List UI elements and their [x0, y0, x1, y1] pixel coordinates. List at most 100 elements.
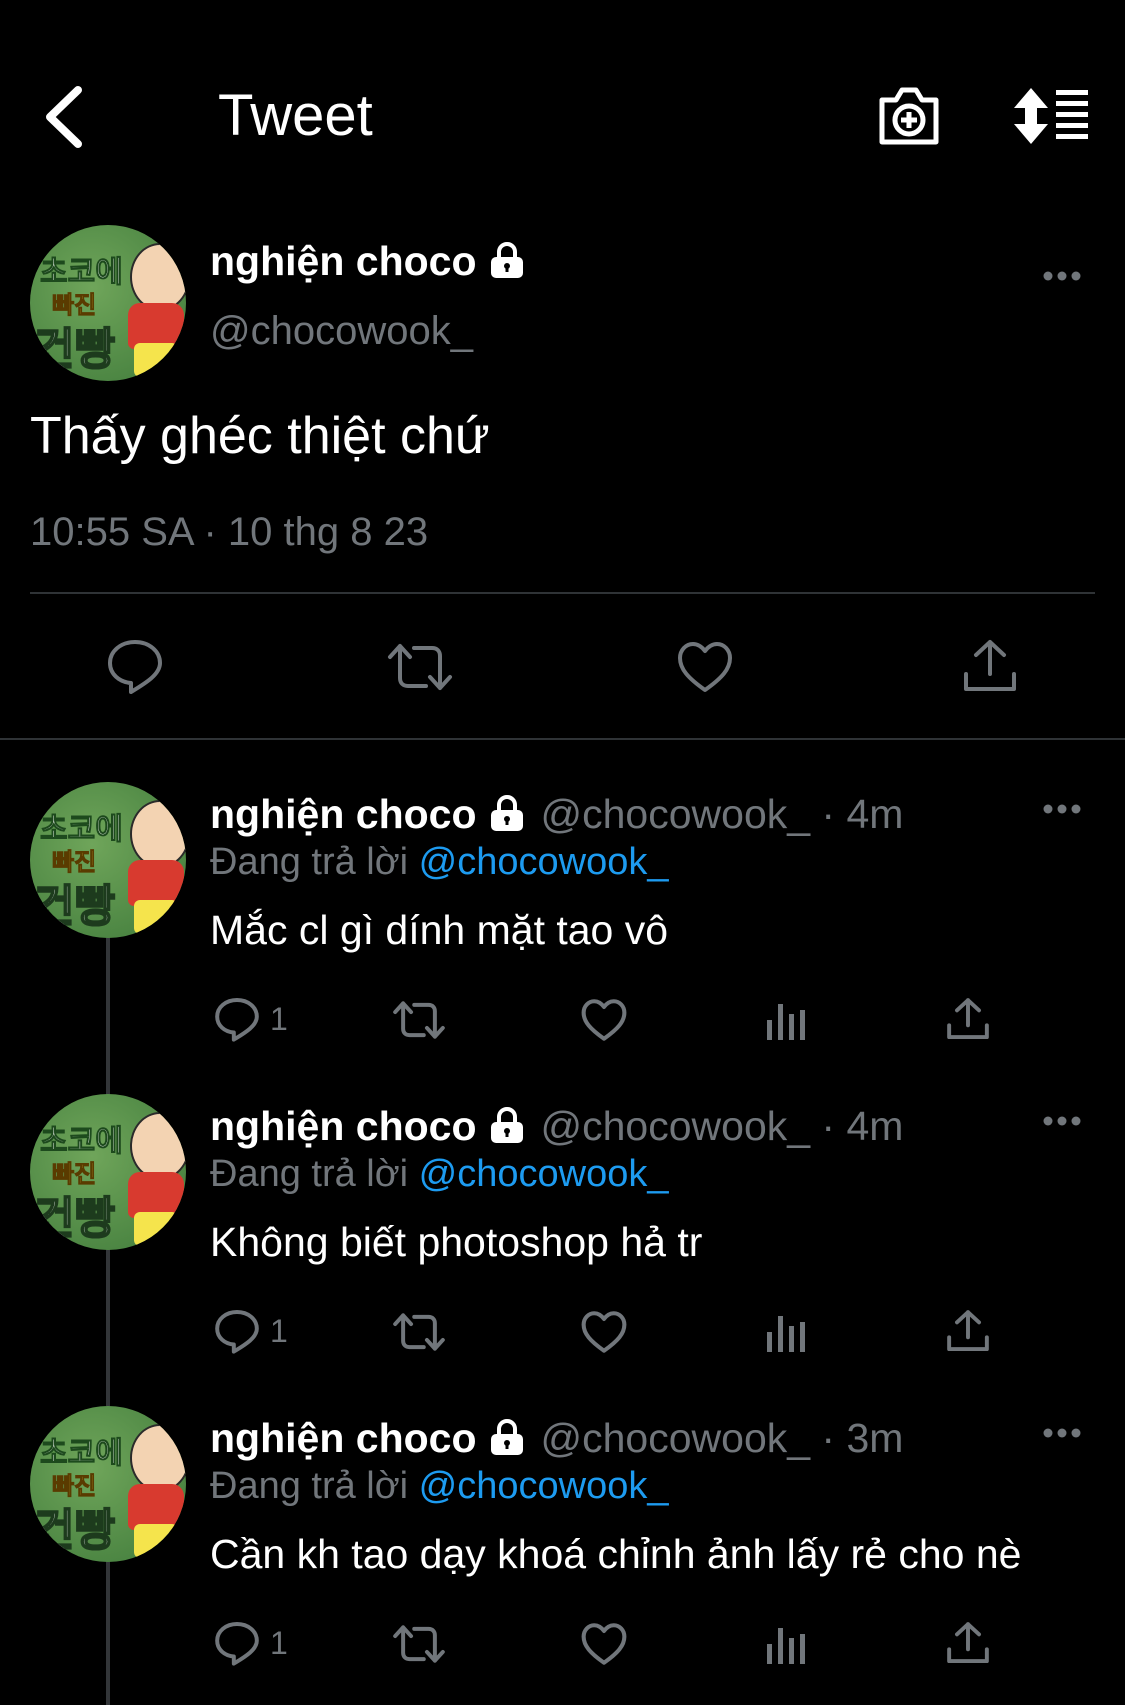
reply-icon: [215, 997, 259, 1042]
like-icon: [581, 1311, 627, 1353]
mention-link[interactable]: @chocowook_: [419, 841, 669, 883]
author-name-text: nghiện choco: [210, 1415, 477, 1461]
avatar-character-shorts: [134, 1212, 178, 1246]
chevron-left-icon: [46, 86, 82, 148]
lock-icon: [490, 242, 523, 279]
avatar-character-shorts: [134, 1524, 178, 1558]
replying-to: Đang trả lời @chocowook_: [210, 1150, 669, 1198]
replying-to-label: Đang trả lời: [210, 1465, 419, 1507]
retweet-icon: [393, 1625, 445, 1663]
camera-plus-icon: [879, 87, 939, 145]
more-icon: [1043, 271, 1081, 281]
reply-button[interactable]: [106, 638, 164, 699]
author-handle[interactable]: @chocowook_: [210, 306, 473, 356]
reply-count: 1: [270, 1000, 288, 1037]
share-button[interactable]: [962, 638, 1018, 699]
reply-icon: [215, 1621, 259, 1666]
reply-author[interactable]: nghiện choco @chocowook_ · 3m: [210, 1412, 903, 1464]
avatar-character: [130, 1424, 186, 1492]
reply-text: Mắc cl gì dính mặt tao vô: [210, 907, 669, 953]
reply-count: 1: [270, 1312, 288, 1349]
retweet-button[interactable]: [392, 998, 446, 1042]
thread-line: [106, 935, 110, 1095]
share-icon: [947, 1622, 989, 1664]
retweet-button[interactable]: [392, 1310, 446, 1354]
more-icon: [1043, 1116, 1081, 1126]
back-button[interactable]: [40, 82, 90, 152]
views-button[interactable]: [764, 998, 808, 1042]
reply-author[interactable]: nghiện choco @chocowook_ · 4m: [210, 1100, 903, 1152]
author-name-text: nghiện choco: [210, 1103, 477, 1149]
tweet-text: Thấy ghéc thiệt chứ: [30, 407, 490, 465]
page-title: Tweet: [218, 83, 373, 148]
avatar-character: [130, 800, 186, 868]
lock-icon: [490, 1107, 523, 1144]
share-icon: [947, 1310, 989, 1352]
divider: [30, 592, 1095, 594]
tweet-timestamp[interactable]: 10:55 SA · 10 thg 8 23: [30, 506, 428, 558]
reply-icon: [215, 1309, 259, 1354]
lock-icon: [490, 795, 523, 832]
avatar-character: [130, 1112, 186, 1180]
reply-text: Không biết photoshop hả tr: [210, 1219, 703, 1265]
like-button[interactable]: [676, 640, 734, 699]
mention-link[interactable]: @chocowook_: [419, 1153, 669, 1195]
avatar-text: 건빵: [33, 324, 116, 375]
avatar-character-shorts: [134, 343, 178, 377]
reply-button[interactable]: 1: [214, 1308, 288, 1354]
reply-button[interactable]: 1: [214, 1620, 288, 1666]
more-options-button[interactable]: [1042, 799, 1082, 819]
avatar-text: 건빵: [33, 881, 116, 932]
retweet-button[interactable]: [392, 1622, 446, 1666]
avatar-text: 건빵: [33, 1505, 116, 1556]
thread-line: [106, 1560, 110, 1705]
more-icon: [1043, 1428, 1081, 1438]
avatar[interactable]: 초코에 빠진 건빵: [30, 1406, 186, 1562]
replying-to-label: Đang trả lời: [210, 841, 419, 883]
camera-button[interactable]: [876, 84, 942, 148]
mention-link[interactable]: @chocowook_: [419, 1465, 669, 1507]
reply-handle-time: @chocowook_ · 4m: [540, 791, 904, 837]
like-button[interactable]: [580, 1622, 628, 1666]
like-icon: [581, 1623, 627, 1665]
author-name-text: nghiện choco: [210, 791, 477, 837]
reply-handle-time: @chocowook_ · 3m: [540, 1415, 904, 1461]
replying-to-label: Đang trả lời: [210, 1153, 419, 1195]
views-icon: [767, 1004, 805, 1040]
views-icon: [767, 1316, 805, 1352]
avatar[interactable]: 초코에 빠진 건빵: [30, 1094, 186, 1250]
retweet-button[interactable]: [386, 640, 454, 699]
replying-to: Đang trả lời @chocowook_: [210, 1462, 669, 1510]
reply-handle-time: @chocowook_ · 4m: [540, 1103, 904, 1149]
author-name-text: nghiện choco: [210, 238, 477, 284]
sort-list-icon: [1014, 88, 1088, 144]
more-options-button[interactable]: [1042, 266, 1082, 286]
share-button[interactable]: [946, 1620, 990, 1666]
avatar[interactable]: 초코에 빠진 건빵: [30, 225, 186, 381]
share-button[interactable]: [946, 1308, 990, 1354]
share-button[interactable]: [946, 996, 990, 1042]
top-bar: Tweet: [0, 0, 1125, 190]
share-icon: [964, 640, 1016, 691]
reply-count: 1: [270, 1624, 288, 1661]
retweet-icon: [388, 644, 452, 690]
reply-text: Cần kh tao dạy khoá chỉnh ảnh lấy rẻ cho…: [210, 1531, 1022, 1577]
reply-author[interactable]: nghiện choco @chocowook_ · 4m: [210, 788, 903, 840]
views-button[interactable]: [764, 1310, 808, 1354]
like-icon: [678, 642, 732, 692]
reply-button[interactable]: 1: [214, 996, 288, 1042]
author-name[interactable]: nghiện choco: [210, 236, 527, 286]
views-button[interactable]: [764, 1622, 808, 1666]
like-icon: [581, 999, 627, 1041]
avatar-text: 건빵: [33, 1193, 116, 1244]
retweet-icon: [393, 1313, 445, 1351]
like-button[interactable]: [580, 998, 628, 1042]
more-options-button[interactable]: [1042, 1423, 1082, 1443]
reply-icon: [108, 640, 162, 694]
sort-button[interactable]: [1014, 86, 1090, 146]
replying-to: Đang trả lời @chocowook_: [210, 838, 669, 886]
avatar[interactable]: 초코에 빠진 건빵: [30, 782, 186, 938]
views-icon: [767, 1628, 805, 1664]
like-button[interactable]: [580, 1310, 628, 1354]
more-options-button[interactable]: [1042, 1111, 1082, 1131]
